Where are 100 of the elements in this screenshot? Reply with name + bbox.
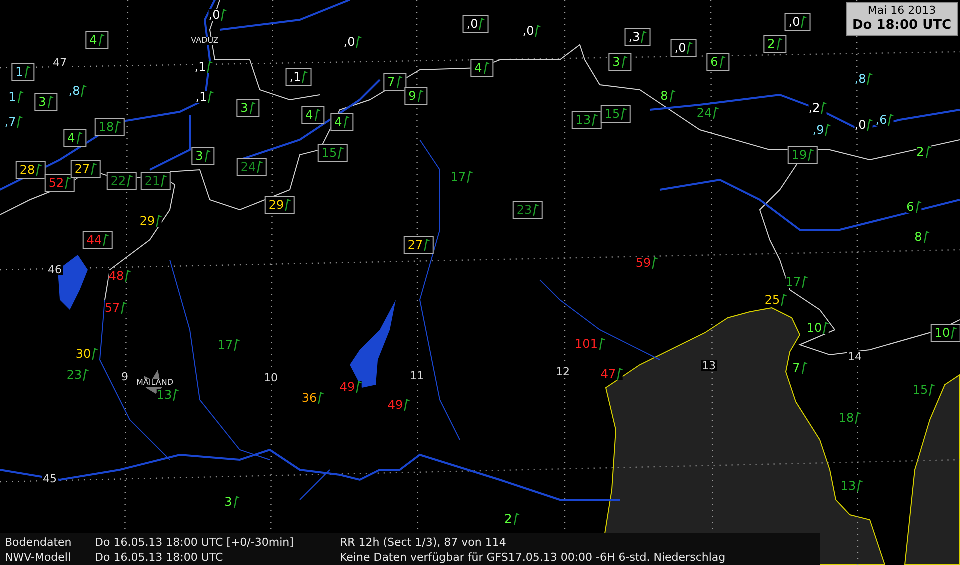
station-value: 9 <box>408 90 416 102</box>
wind-barb-icon <box>83 369 90 381</box>
grid-label: 13 <box>701 360 717 372</box>
wind-barb-icon <box>121 302 128 314</box>
station-value: 10 <box>934 327 950 339</box>
wind-barb-icon <box>592 114 598 126</box>
wind-barb-icon <box>91 163 98 175</box>
station-value: 13 <box>156 389 172 401</box>
station-value: 29 <box>268 199 284 211</box>
station-value: 4 <box>306 109 314 121</box>
wind-barb-icon <box>483 62 490 74</box>
wind-barb-icon <box>343 116 350 128</box>
wind-barb-icon <box>867 73 874 85</box>
status-time: Do 16.05.13 18:00 UTC <box>95 550 224 565</box>
station-value: 18 <box>838 412 854 424</box>
station-value: 2 <box>916 146 924 158</box>
station-value: 3 <box>240 102 248 114</box>
station-value: 21 <box>144 175 160 187</box>
wind-barb-icon <box>221 9 228 21</box>
station-value: ,0 <box>788 16 800 28</box>
wind-barb-icon <box>356 36 362 48</box>
status-time: Do 16.05.13 18:00 UTC [+0/-30min] <box>95 535 295 550</box>
status-label: Bodendaten <box>5 535 73 550</box>
wind-barb-icon <box>204 150 210 162</box>
wind-barb-icon <box>713 107 720 119</box>
station-value: 13 <box>840 480 856 492</box>
station-value: 28 <box>20 164 36 176</box>
station-value: 10 <box>806 322 822 334</box>
station-value: 3 <box>612 56 620 68</box>
wind-barb-icon <box>479 18 486 30</box>
wind-barb-icon <box>535 25 542 37</box>
grid-label: 47 <box>52 58 68 68</box>
grid-label: 9 <box>120 372 130 382</box>
wind-barb-icon <box>92 348 98 360</box>
station-value: 49 <box>388 399 404 411</box>
station-value: ,2 <box>808 102 820 114</box>
wind-barb-icon <box>855 412 862 424</box>
wind-barb-icon <box>925 146 932 158</box>
wind-barb-icon <box>396 76 402 88</box>
station-value: 13 <box>576 114 592 126</box>
station-value: 3 <box>224 496 232 508</box>
grid-label: 11 <box>409 370 425 382</box>
station-value: 2 <box>768 38 776 50</box>
station-value: 24 <box>240 161 256 173</box>
wind-barb-icon <box>17 116 24 128</box>
wind-barb-icon <box>314 109 320 121</box>
wind-barb-icon <box>17 91 24 103</box>
station-value: 17 <box>450 171 466 183</box>
station-value: 2 <box>504 513 512 525</box>
wind-barb-icon <box>161 175 168 187</box>
station-value: 3 <box>38 96 46 108</box>
wind-barb-icon <box>915 201 922 213</box>
station-value: 49 <box>340 381 356 393</box>
wind-barb-icon <box>825 124 832 136</box>
wind-barb-icon <box>208 91 214 103</box>
wind-barb-icon <box>36 164 42 176</box>
time-text: Do 18:00 UTC <box>852 18 952 34</box>
station-value: 101 <box>575 338 598 350</box>
wind-barb-icon <box>808 149 814 161</box>
station-value: ,8 <box>68 85 80 97</box>
station-value: 23 <box>516 204 532 216</box>
station-value: ,7 <box>4 116 16 128</box>
wind-barb-icon <box>103 234 110 246</box>
station-value: ,0 <box>674 42 686 54</box>
station-value: 17 <box>218 339 234 351</box>
wind-barb-icon <box>81 85 88 97</box>
wind-barb-icon <box>338 147 344 159</box>
station-value: 18 <box>98 121 114 133</box>
station-value: ,0 <box>466 18 478 30</box>
wind-barb-icon <box>857 480 864 492</box>
station-value: 7 <box>792 362 800 374</box>
station-value: 8 <box>660 90 668 102</box>
station-value: ,0 <box>208 9 220 21</box>
wind-barb-icon <box>929 384 936 396</box>
station-value: 6 <box>906 201 914 213</box>
station-value: ,0 <box>344 36 356 48</box>
wind-barb-icon <box>533 204 540 216</box>
station-value: ,8 <box>854 73 866 85</box>
station-value: 1 <box>16 66 24 78</box>
station-value: ,0 <box>522 25 534 37</box>
station-value: 59 <box>636 257 652 269</box>
station-value: 57 <box>104 302 120 314</box>
status-info: RR 12h (Sect 1/3), 87 von 114 <box>340 535 506 550</box>
station-value: 27 <box>408 239 424 251</box>
station-value: 24 <box>696 107 712 119</box>
wind-barb-icon <box>424 239 430 251</box>
wind-barb-icon <box>76 132 82 144</box>
wind-barb-icon <box>923 231 930 243</box>
wind-barb-icon <box>641 31 648 43</box>
wind-barb-icon <box>513 513 520 525</box>
wind-barb-icon <box>598 338 605 350</box>
grid-label: 10 <box>263 372 279 384</box>
wind-barb-icon <box>356 381 362 393</box>
station-value: ,1 <box>194 61 206 73</box>
wind-barb-icon <box>207 61 214 73</box>
station-value: 29 <box>140 215 156 227</box>
wind-barb-icon <box>802 276 808 288</box>
wind-barb-icon <box>801 16 808 28</box>
station-value: 6 <box>710 56 718 68</box>
wind-barb-icon <box>318 392 324 404</box>
